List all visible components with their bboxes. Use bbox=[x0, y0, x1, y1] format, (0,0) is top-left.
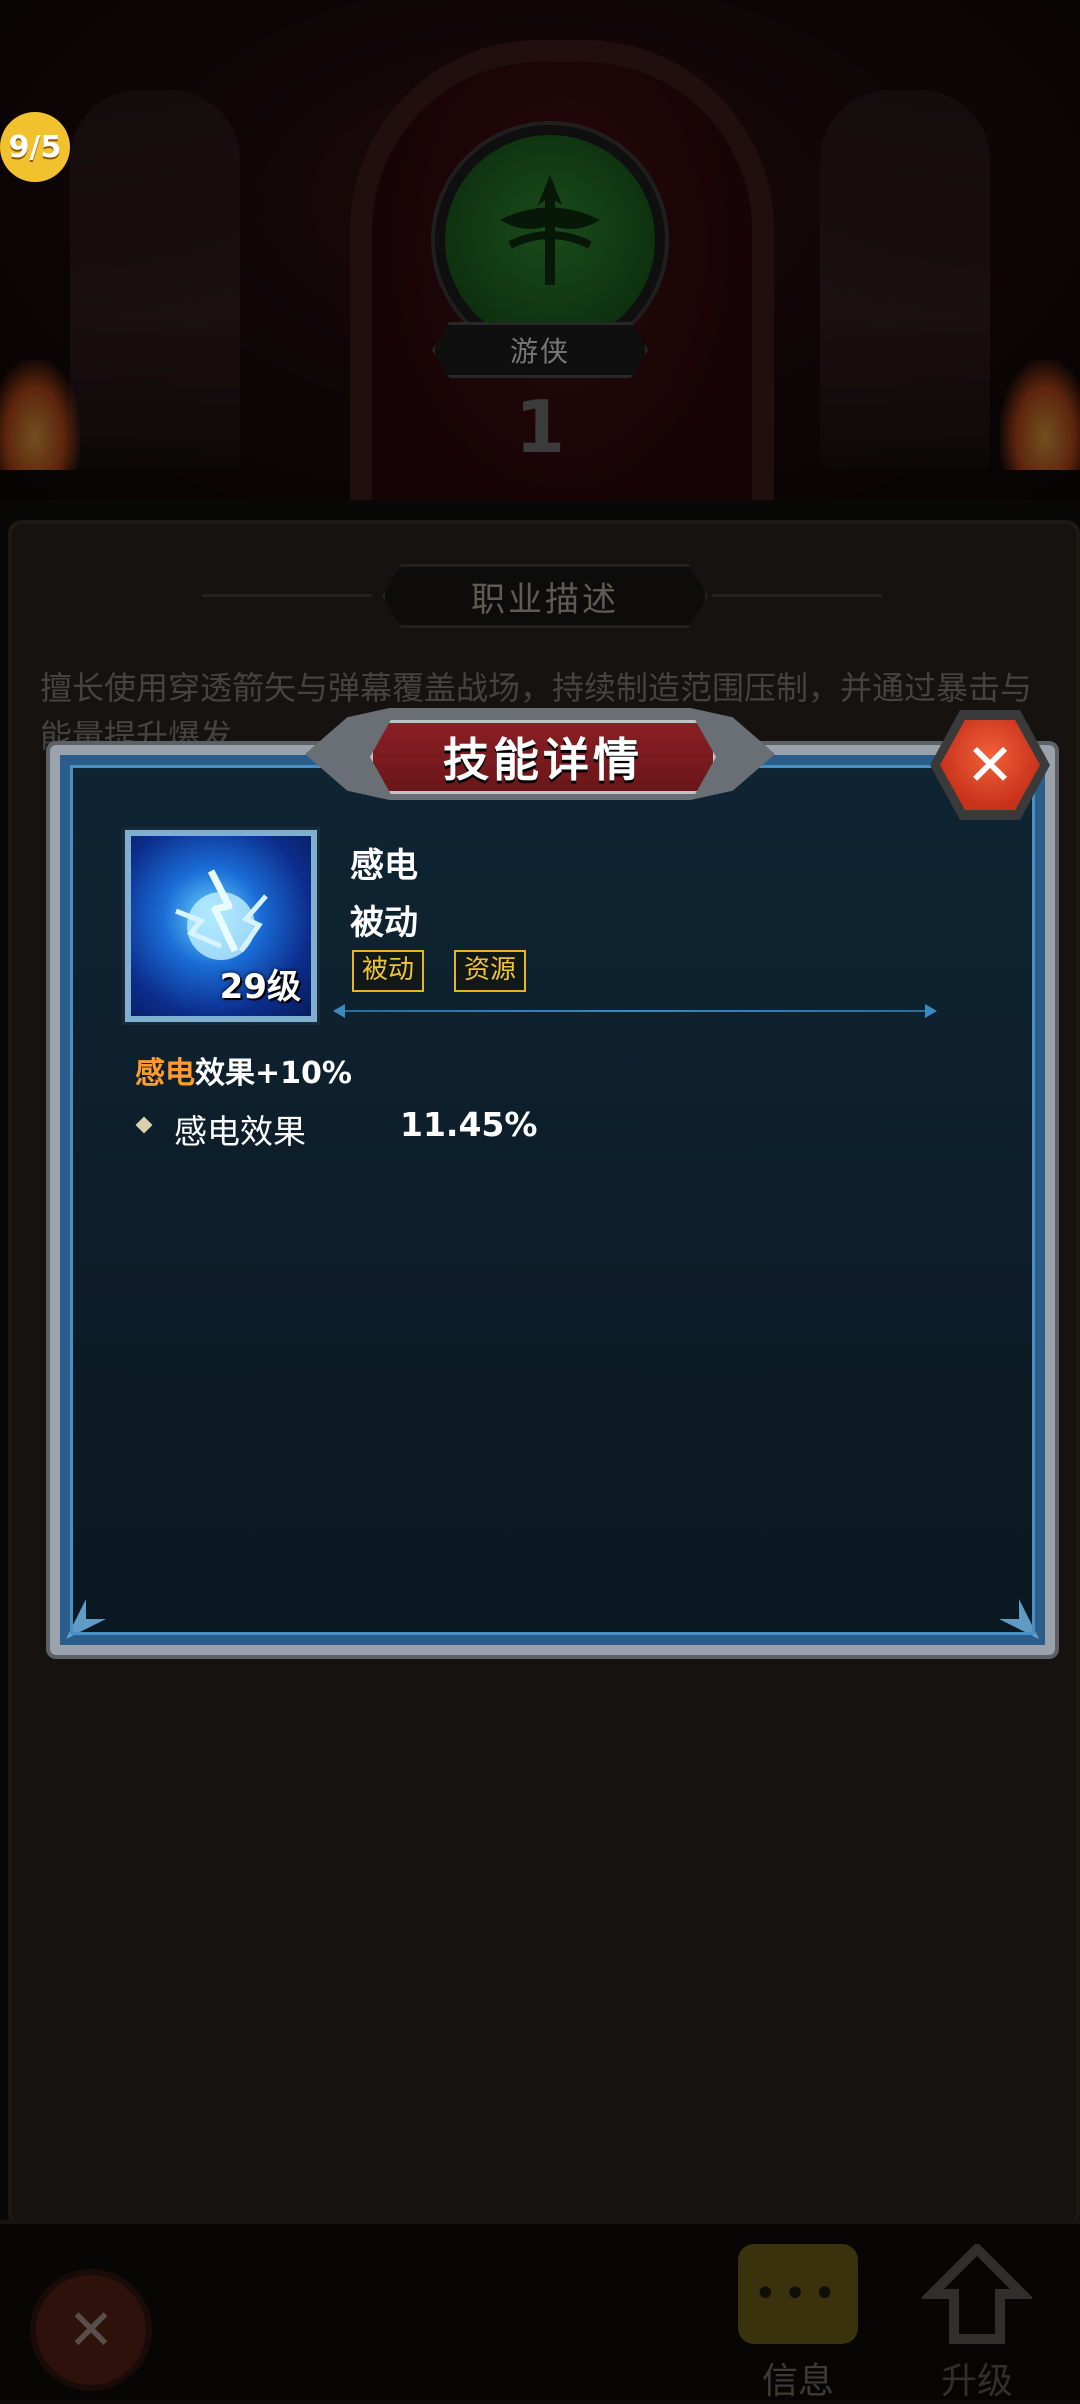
skill-tag-passive: 被动 bbox=[352, 950, 425, 992]
skill-name: 感电 bbox=[350, 846, 418, 886]
lightning-orb-icon: 29级 bbox=[125, 830, 317, 1022]
modal-title: 技能详情 bbox=[370, 720, 716, 794]
skill-level-badge: 29级 bbox=[219, 967, 301, 1007]
corner-ornament-icon bbox=[66, 1599, 106, 1639]
effect-text: 效果+10% bbox=[195, 1056, 352, 1091]
modal-backdrop bbox=[0, 2220, 1080, 2400]
page-indicator-badge: 9/5 bbox=[0, 112, 70, 182]
skill-effect-summary: 感电效果+10% bbox=[135, 1048, 352, 1092]
diamond-bullet-icon bbox=[135, 1116, 153, 1134]
stat-value: 11.45% bbox=[400, 1105, 538, 1144]
close-button[interactable]: ✕ bbox=[930, 710, 1050, 820]
divider bbox=[333, 1004, 937, 1018]
skill-tag-resource: 资源 bbox=[454, 950, 527, 992]
effect-highlight: 感电 bbox=[135, 1056, 195, 1091]
modal-backdrop bbox=[0, 0, 1080, 500]
stat-row: 感电效果 11.45% bbox=[135, 1105, 638, 1151]
modal-title-banner: 技能详情 bbox=[305, 690, 775, 820]
skill-type: 被动 bbox=[350, 903, 418, 943]
stat-label: 感电效果 bbox=[174, 1112, 306, 1151]
corner-ornament-icon bbox=[999, 1599, 1039, 1639]
